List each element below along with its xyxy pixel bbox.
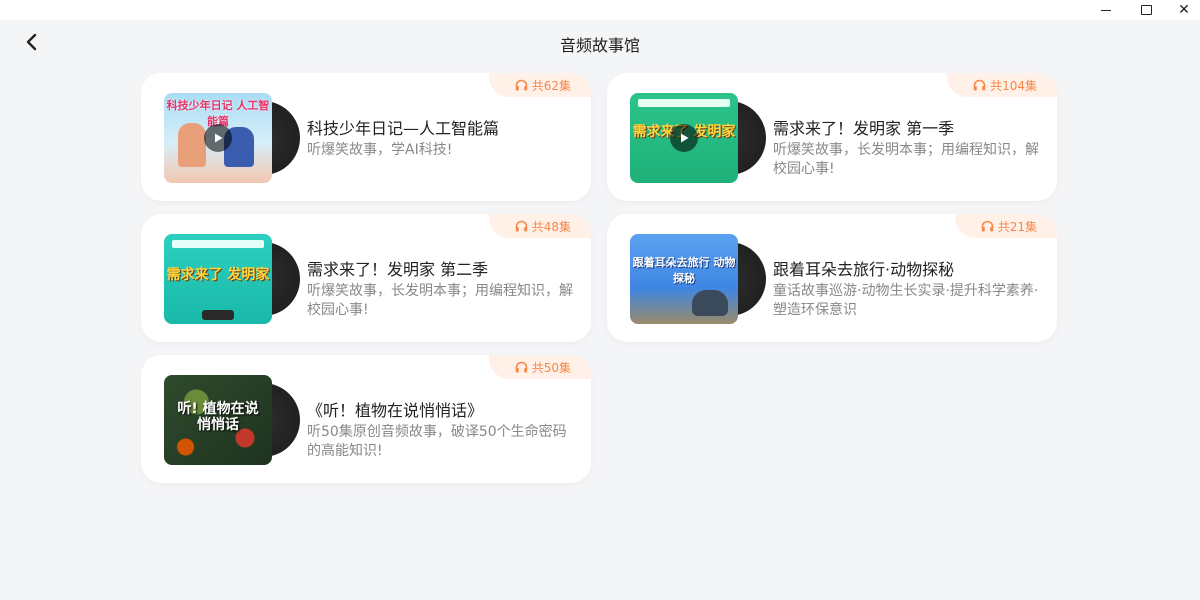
cover-image: 跟着耳朵去旅行 动物探秘 (630, 234, 738, 324)
play-icon[interactable] (670, 124, 698, 152)
story-cover: 听! 植物在说 悄悄话 (164, 375, 300, 465)
story-cover: 需求来了 发明家 (164, 234, 300, 324)
episode-count-badge: 共62集 (488, 73, 591, 97)
maximize-button[interactable] (1126, 0, 1166, 20)
cover-image: 需求来了 发明家 (630, 93, 738, 183)
story-card[interactable]: 共48集 需求来了 发明家 需求来了！发明家 第二季 听爆笑故事，长发明本事；用… (141, 214, 591, 342)
story-title: 跟着耳朵去旅行·动物探秘 (773, 260, 955, 279)
story-cover: 科技少年日记 人工智能篇 (164, 93, 300, 183)
story-card[interactable]: 共104集 需求来了 发明家 需求来了！发明家 第一季 听爆笑故事，长发明本事；… (607, 73, 1057, 201)
window-titlebar: ✕ (0, 0, 1200, 20)
story-title: 需求来了！发明家 第二季 (307, 260, 489, 279)
story-title: 科技少年日记—人工智能篇 (307, 119, 500, 138)
story-title: 需求来了！发明家 第一季 (773, 119, 955, 138)
episode-count: 共48集 (531, 219, 571, 234)
play-icon[interactable] (204, 124, 232, 152)
minimize-button[interactable] (1086, 0, 1126, 20)
cover-title: 需求来了 发明家 (166, 267, 270, 283)
story-description: 听爆笑故事，长发明本事；用编程知识，解校园心事! (307, 283, 573, 318)
episode-count: 共50集 (531, 360, 571, 375)
episode-count-badge: 共21集 (954, 214, 1057, 238)
cover-image: 听! 植物在说 悄悄话 (164, 375, 272, 465)
story-cover: 跟着耳朵去旅行 动物探秘 (630, 234, 766, 324)
close-button[interactable]: ✕ (1164, 0, 1200, 20)
headphones-icon (515, 220, 528, 232)
page-header: 音频故事馆 (0, 20, 1200, 64)
episode-count: 共21集 (997, 219, 1037, 234)
page-title: 音频故事馆 (559, 36, 640, 55)
story-description: 听50集原创音频故事，破译50个生命密码的高能知识! (307, 424, 567, 459)
story-title: 《听！植物在说悄悄话》 (307, 401, 484, 420)
headphones-icon (981, 220, 994, 232)
episode-count: 共104集 (990, 78, 1037, 93)
story-card[interactable]: 共21集 跟着耳朵去旅行 动物探秘 跟着耳朵去旅行·动物探秘 童话故事巡游·动物… (607, 214, 1057, 342)
cover-image: 需求来了 发明家 (164, 234, 272, 324)
story-description: 听爆笑故事，长发明本事；用编程知识，解校园心事! (773, 142, 1039, 177)
cover-title: 跟着耳朵去旅行 动物探秘 (632, 256, 736, 285)
headphones-icon (973, 79, 986, 91)
story-description: 听爆笑故事，学AI科技! (307, 142, 453, 158)
cover-title: 听! 植物在说 悄悄话 (177, 401, 259, 433)
story-description: 童话故事巡游·动物生长实录·提升科学素养·塑造环保意识 (773, 283, 1039, 318)
episode-count-badge: 共48集 (488, 214, 591, 238)
story-card[interactable]: 共50集 听! 植物在说 悄悄话 《听！植物在说悄悄话》 听50集原创音频故事，… (141, 355, 591, 483)
episode-count-badge: 共50集 (488, 355, 591, 379)
episode-count: 共62集 (531, 78, 571, 93)
headphones-icon (515, 79, 528, 91)
episode-count-badge: 共104集 (947, 73, 1057, 97)
headphones-icon (515, 361, 528, 373)
story-card[interactable]: 共62集 科技少年日记 人工智能篇 科技少年日记—人工智能篇 听爆笑故事，学AI… (141, 73, 591, 201)
story-cover: 需求来了 发明家 (630, 93, 766, 183)
cover-image: 科技少年日记 人工智能篇 (164, 93, 272, 183)
